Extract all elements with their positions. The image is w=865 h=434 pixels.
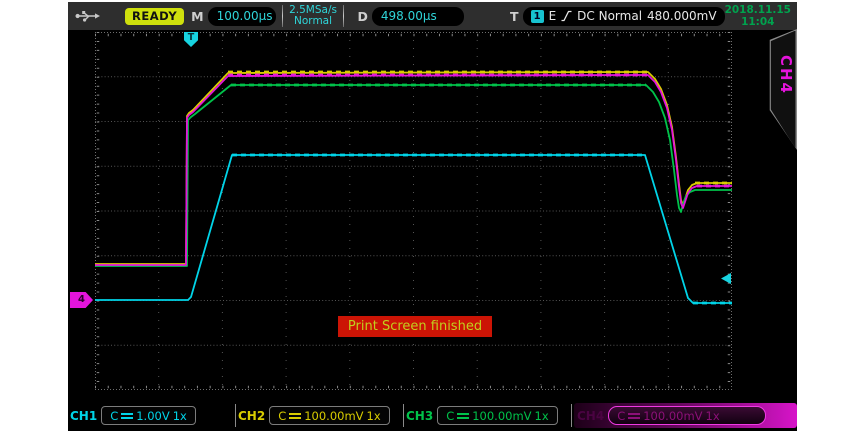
timebase-value: 100.00µs — [208, 7, 276, 26]
oscilloscope-screen: READY M 100.00µs 2.5MSa/s Normal D 498.0… — [68, 2, 797, 431]
channel-bar-divider — [235, 404, 236, 427]
channel-settings-box: C 1.00V 1x — [101, 406, 196, 425]
topbar-divider — [282, 5, 283, 27]
ch4-menu-tab[interactable]: CH4 — [766, 29, 797, 150]
coupling-label: C — [278, 409, 286, 423]
channel-settings-box: C 100.00mV 1x — [608, 406, 766, 425]
channel-scale: 1.00V — [136, 409, 169, 423]
ch4-menu-tab-label: CH4 — [777, 55, 795, 95]
probe-ratio: 1x — [535, 409, 549, 423]
channel-settings-box: C 100.00mV 1x — [269, 406, 389, 425]
usb-icon — [75, 10, 101, 22]
notification-message: Print Screen finished — [338, 316, 492, 337]
coupling-label: C — [617, 409, 625, 423]
channel-scale: 100.00mV — [304, 409, 363, 423]
dc-coupling-icon — [628, 413, 640, 419]
rising-edge-icon — [561, 10, 572, 22]
channel-settings-box: C 100.00mV 1x — [437, 406, 557, 425]
waveform-display: T 4 Print Screen finished — [95, 32, 732, 390]
channel-bar-divider — [403, 404, 404, 427]
trigger-type: E — [549, 9, 557, 23]
trigger-source-badge: 1 — [531, 10, 544, 23]
trigger-label: T — [510, 9, 519, 24]
channel-bar-divider — [571, 404, 572, 427]
screenshot-root: READY M 100.00µs 2.5MSa/s Normal D 498.0… — [0, 0, 865, 434]
ch4-position-marker[interactable]: 4 — [70, 292, 93, 308]
sample-rate-readout: 2.5MSa/s Normal — [289, 5, 337, 27]
topbar-divider — [343, 5, 344, 27]
time-value: 11:04 — [741, 16, 774, 28]
date-value: 2018.11.15 — [725, 4, 791, 16]
delay-value: 498.00µs — [372, 7, 464, 26]
dc-coupling-icon — [457, 413, 469, 419]
trigger-readout: 1 E DC Normal 480.000mV — [523, 7, 725, 26]
channel-scale: 100.00mV — [472, 409, 531, 423]
channel-readout-ch1[interactable]: CH1 C 1.00V 1x — [70, 403, 234, 428]
top-status-bar: READY M 100.00µs 2.5MSa/s Normal D 498.0… — [68, 2, 797, 30]
dc-coupling-icon — [121, 413, 133, 419]
trigger-level: 480.000mV — [647, 9, 717, 23]
channel-label: CH3 — [406, 409, 433, 423]
probe-ratio: 1x — [367, 409, 381, 423]
channel-readout-ch3[interactable]: CH3 C 100.00mV 1x — [406, 403, 570, 428]
channel-readout-ch4[interactable]: CH4 C 100.00mV 1x — [574, 403, 797, 428]
delay-label: D — [357, 9, 367, 24]
coupling-label: C — [446, 409, 454, 423]
datetime-readout: 2018.11.15 11:04 — [725, 4, 791, 28]
timebase-label: M — [191, 9, 203, 24]
channel-label: CH2 — [238, 409, 265, 423]
channel-label: CH4 — [577, 409, 604, 423]
probe-ratio: 1x — [173, 409, 187, 423]
channel-readout-ch2[interactable]: CH2 C 100.00mV 1x — [238, 403, 402, 428]
trigger-mode: DC Normal — [577, 9, 642, 23]
acquisition-status-badge: READY — [125, 8, 184, 25]
channel-scale: 100.00mV — [643, 409, 702, 423]
dc-coupling-icon — [289, 413, 301, 419]
coupling-label: C — [110, 409, 118, 423]
channel-label: CH1 — [70, 409, 97, 423]
acquire-mode-value: Normal — [294, 15, 332, 27]
probe-ratio: 1x — [706, 409, 720, 423]
channel-status-bar: CH1 C 1.00V 1x CH2 C 100.00mV 1x — [68, 403, 797, 428]
